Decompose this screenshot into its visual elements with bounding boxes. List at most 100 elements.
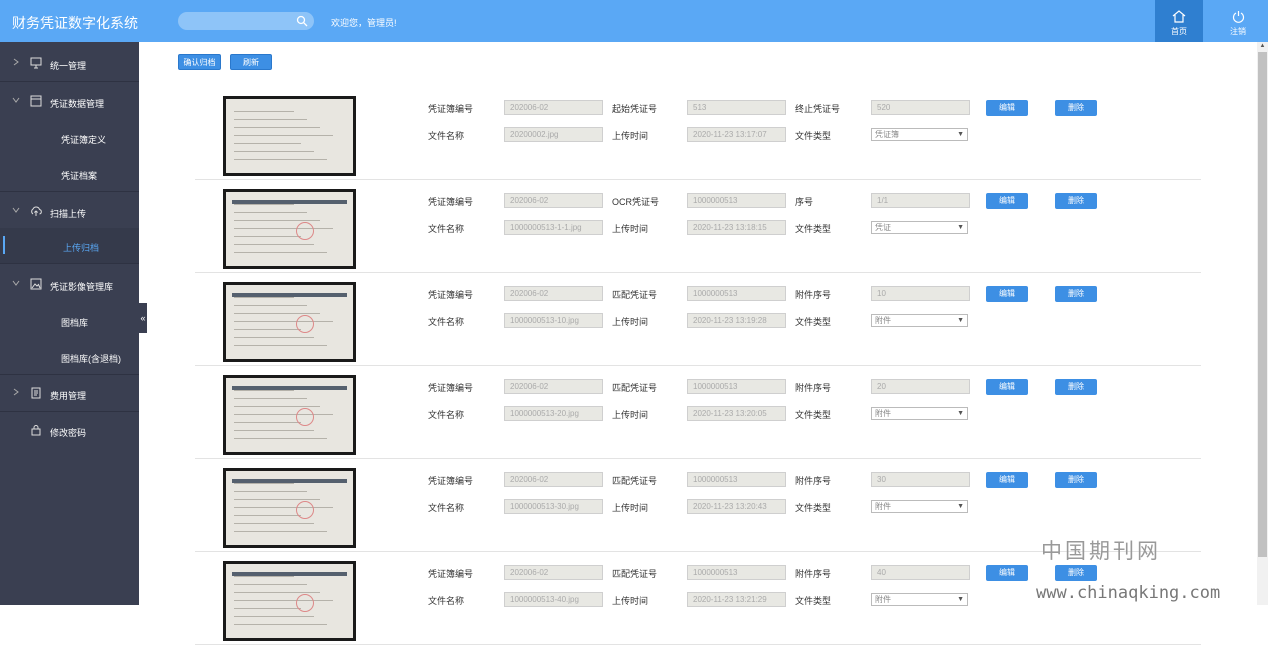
file-type-select[interactable]: 凭证 ▼ [871,221,968,234]
edit-button[interactable]: 编辑 [986,100,1028,116]
upload-time-field[interactable]: 2020-11-23 13:20:43 [687,499,786,514]
sidebar-item-label: 凭证数据管理 [50,99,105,109]
document-icon [31,387,41,399]
sidebar-subitem-voucher-define[interactable]: 凭证簿定义 [0,120,139,156]
sidebar-subitem-label: 图档库(含退档) [61,354,121,364]
voucher-image-thumbnail[interactable] [223,189,356,269]
book-number-field[interactable]: 202006-02 [504,472,603,487]
delete-button[interactable]: 删除 [1055,193,1097,209]
book-number-field[interactable]: 202006-02 [504,379,603,394]
delete-button[interactable]: 删除 [1055,472,1097,488]
sidebar-subitem-voucher-archive[interactable]: 凭证档案 [0,156,139,192]
voucher-number-field[interactable]: 1000000513 [687,565,786,580]
search-input[interactable] [178,12,314,30]
welcome-text: 欢迎您，管理员! [331,18,397,28]
sequence-field[interactable]: 520 [871,100,970,115]
file-name-field[interactable]: 1000000513-10.jpg [504,313,603,328]
delete-button[interactable]: 删除 [1055,379,1097,395]
table-row: 凭证簿编号 202006-02 起始凭证号 513 终止凭证号 520 编辑 删除 文件名称 20… [195,87,1201,180]
voucher-number-field[interactable]: 1000000513 [687,286,786,301]
sidebar-subitem-upload-archive[interactable]: 上传归档 [0,228,139,264]
field-label: 附件序号 [795,383,832,393]
field-label: OCR凭证号 [612,197,659,207]
edit-button[interactable]: 编辑 [986,193,1028,209]
upload-time-field[interactable]: 2020-11-23 13:18:15 [687,220,786,235]
edit-button[interactable]: 编辑 [986,286,1028,302]
file-type-select[interactable]: 凭证簿 ▼ [871,128,968,141]
file-name-field[interactable]: 20200002.jpg [504,127,603,142]
file-type-select[interactable]: 附件 ▼ [871,314,968,327]
field-label: 上传时间 [612,503,649,513]
delete-button[interactable]: 删除 [1055,100,1097,116]
voucher-image-thumbnail[interactable] [223,282,356,362]
scrollbar-thumb[interactable] [1258,52,1267,557]
sidebar-item-image-library[interactable]: 凭证影像管理库 [0,265,139,303]
book-number-field[interactable]: 202006-02 [504,193,603,208]
sidebar-item-change-password[interactable]: 修改密码 [0,411,139,449]
field-label: 文件类型 [795,503,832,513]
confirm-archive-button[interactable]: 确认归档 [178,54,221,70]
dropdown-arrow-icon: ▼ [957,410,964,417]
sidebar-item-unified-management[interactable]: 统一管理 [0,44,139,82]
sidebar-subitem-label: 上传归档 [63,243,100,253]
logout-button[interactable]: 注销 [1210,0,1266,42]
field-label: 文件名称 [428,410,465,420]
sidebar-item-scan-upload[interactable]: 扫描上传 [0,192,139,230]
watermark-cn: 中国期刊网 [1041,539,1161,563]
home-label: 首页 [1171,27,1187,36]
file-type-select[interactable]: 附件 ▼ [871,500,968,513]
file-name-field[interactable]: 1000000513-1-1.jpg [504,220,603,235]
voucher-image-thumbnail[interactable] [223,96,356,176]
home-icon [1172,10,1186,23]
voucher-number-field[interactable]: 1000000513 [687,472,786,487]
voucher-number-field[interactable]: 513 [687,100,786,115]
field-label: 文件名称 [428,596,465,606]
sequence-field[interactable]: 20 [871,379,970,394]
book-number-field[interactable]: 202006-02 [504,286,603,301]
field-label: 上传时间 [612,410,649,420]
edit-button[interactable]: 编辑 [986,472,1028,488]
sequence-field[interactable]: 30 [871,472,970,487]
file-type-value: 附件 [875,502,891,511]
voucher-number-field[interactable]: 1000000513 [687,379,786,394]
upload-time-field[interactable]: 2020-11-23 13:20:05 [687,406,786,421]
sequence-field[interactable]: 1/1 [871,193,970,208]
scroll-up-arrow-icon[interactable]: ▲ [1258,43,1267,51]
book-number-field[interactable]: 202006-02 [504,565,603,580]
book-number-field[interactable]: 202006-02 [504,100,603,115]
sidebar-item-voucher-data[interactable]: 凭证数据管理 [0,82,139,120]
upload-time-field[interactable]: 2020-11-23 13:17:07 [687,127,786,142]
sidebar-subitem-image-library-returned[interactable]: 图档库(含退档) [0,339,139,375]
sidebar-item-expense[interactable]: 费用管理 [0,374,139,412]
file-name-field[interactable]: 1000000513-30.jpg [504,499,603,514]
edit-button[interactable]: 编辑 [986,379,1028,395]
field-label: 附件序号 [795,290,832,300]
voucher-image-thumbnail[interactable] [223,468,356,548]
voucher-number-field[interactable]: 1000000513 [687,193,786,208]
voucher-image-thumbnail[interactable] [223,561,356,641]
delete-button[interactable]: 删除 [1055,286,1097,302]
sidebar-subitem-image-library[interactable]: 图档库 [0,303,139,339]
table-row: 凭证簿编号 202006-02 匹配凭证号 1000000513 附件序号 20 编辑 删除文… [195,366,1201,459]
scan-preview [226,378,353,452]
field-label: 凭证簿编号 [428,569,474,579]
field-label: 凭证簿编号 [428,104,474,114]
edit-button[interactable]: 编辑 [986,565,1028,581]
delete-button[interactable]: 删除 [1055,565,1097,581]
dropdown-arrow-icon: ▼ [957,317,964,324]
file-type-select[interactable]: 附件 ▼ [871,407,968,420]
sequence-field[interactable]: 40 [871,565,970,580]
sidebar-collapse-button[interactable]: « [139,303,147,333]
field-label: 文件类型 [795,596,832,606]
file-name-field[interactable]: 1000000513-20.jpg [504,406,603,421]
file-type-select[interactable]: 附件 ▼ [871,593,968,606]
home-button[interactable]: 首页 [1155,0,1203,42]
voucher-image-thumbnail[interactable] [223,375,356,455]
upload-time-field[interactable]: 2020-11-23 13:19:28 [687,313,786,328]
refresh-button[interactable]: 刷新 [230,54,272,70]
sidebar-subitem-label: 凭证簿定义 [61,135,107,145]
sidebar-item-label: 修改密码 [50,428,87,438]
search-icon[interactable] [296,15,308,27]
field-label: 文件类型 [795,410,832,420]
sequence-field[interactable]: 10 [871,286,970,301]
